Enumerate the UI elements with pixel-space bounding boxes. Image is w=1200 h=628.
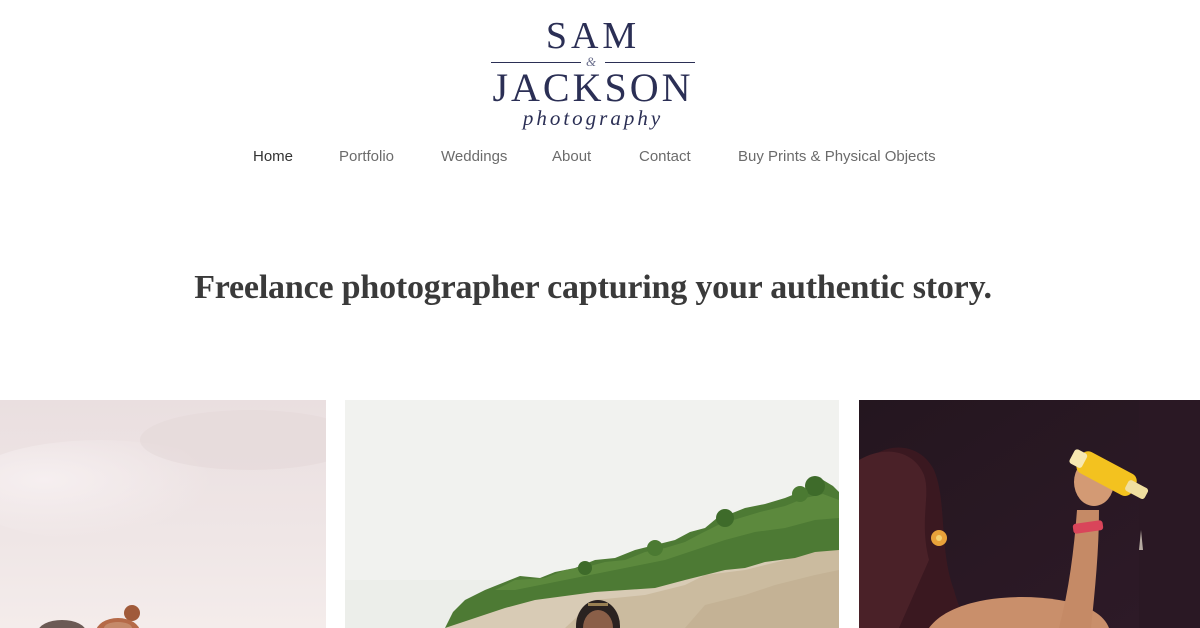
nav-home[interactable]: Home [253, 148, 293, 166]
gallery-photo-3[interactable] [859, 400, 1200, 628]
logo-divider-right [605, 62, 695, 63]
site-logo[interactable]: SAM & JACKSON photography [490, 14, 696, 132]
nav-weddings[interactable]: Weddings [441, 148, 507, 166]
logo-divider-left [491, 62, 581, 63]
logo-tagline: photography [522, 106, 664, 130]
logo-name-last: JACKSON [492, 65, 694, 110]
performer-raising-bottle-photo [859, 400, 1200, 628]
gallery-photo-1[interactable] [0, 400, 326, 628]
woman-at-scarborough-bluffs-photo [345, 400, 839, 628]
main-nav: Home Portfolio Weddings About Contact Bu… [0, 148, 1200, 168]
logo-name-first: SAM [545, 15, 641, 57]
people-by-the-sea-photo [0, 400, 326, 628]
nav-portfolio[interactable]: Portfolio [339, 148, 394, 166]
gallery-photo-2[interactable] [345, 400, 839, 628]
hero-tagline: Freelance photographer capturing your au… [194, 269, 992, 306]
nav-buy-prints[interactable]: Buy Prints & Physical Objects [738, 148, 936, 166]
nav-contact[interactable]: Contact [639, 148, 691, 166]
nav-about[interactable]: About [552, 148, 591, 166]
